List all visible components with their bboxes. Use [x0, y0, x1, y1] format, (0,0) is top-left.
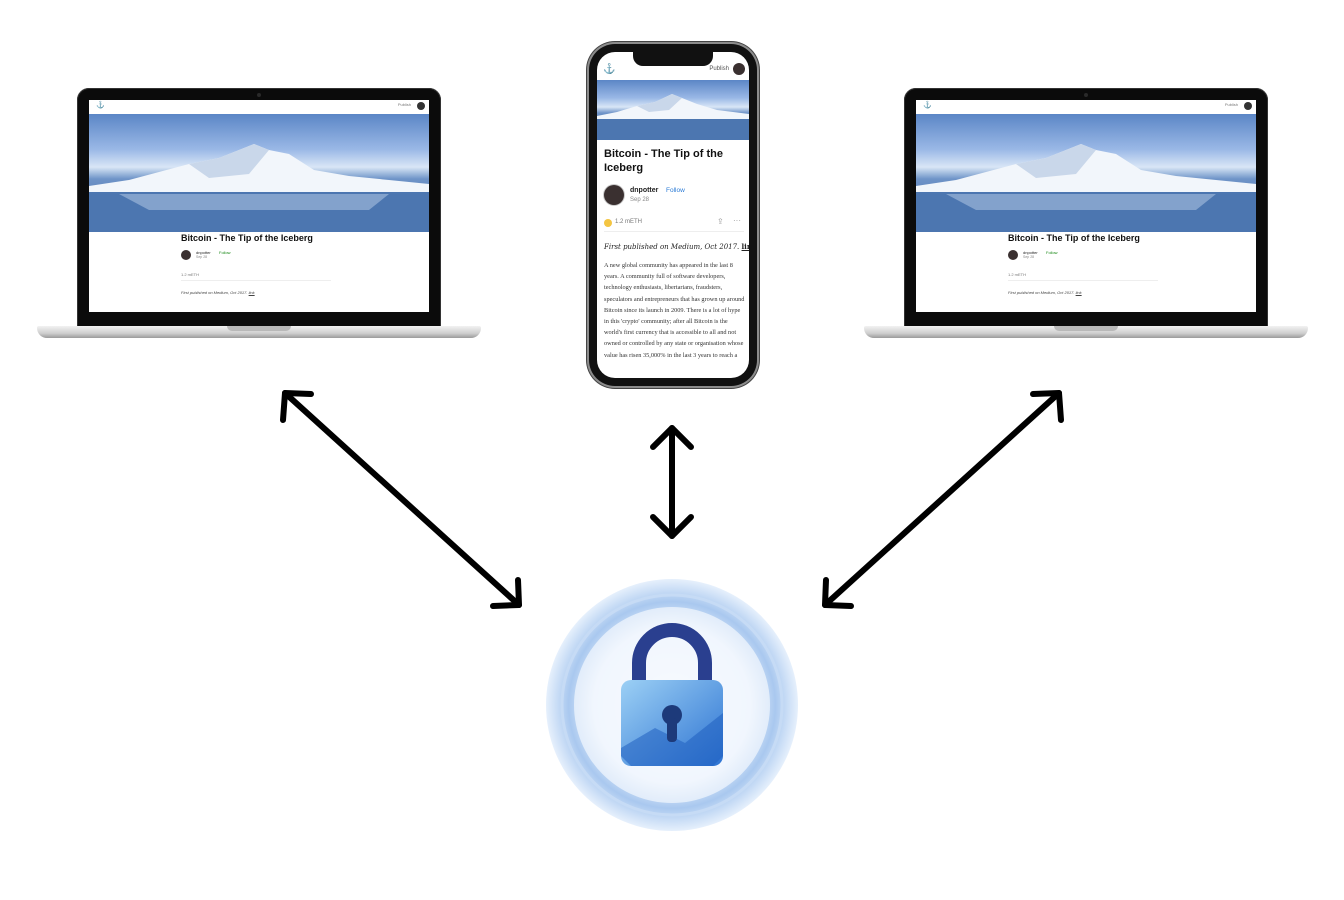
double-arrow-center: [650, 425, 694, 539]
double-arrow-right: [822, 390, 1064, 609]
double-arrow-left: [280, 390, 522, 609]
padlock-icon: [545, 578, 800, 833]
